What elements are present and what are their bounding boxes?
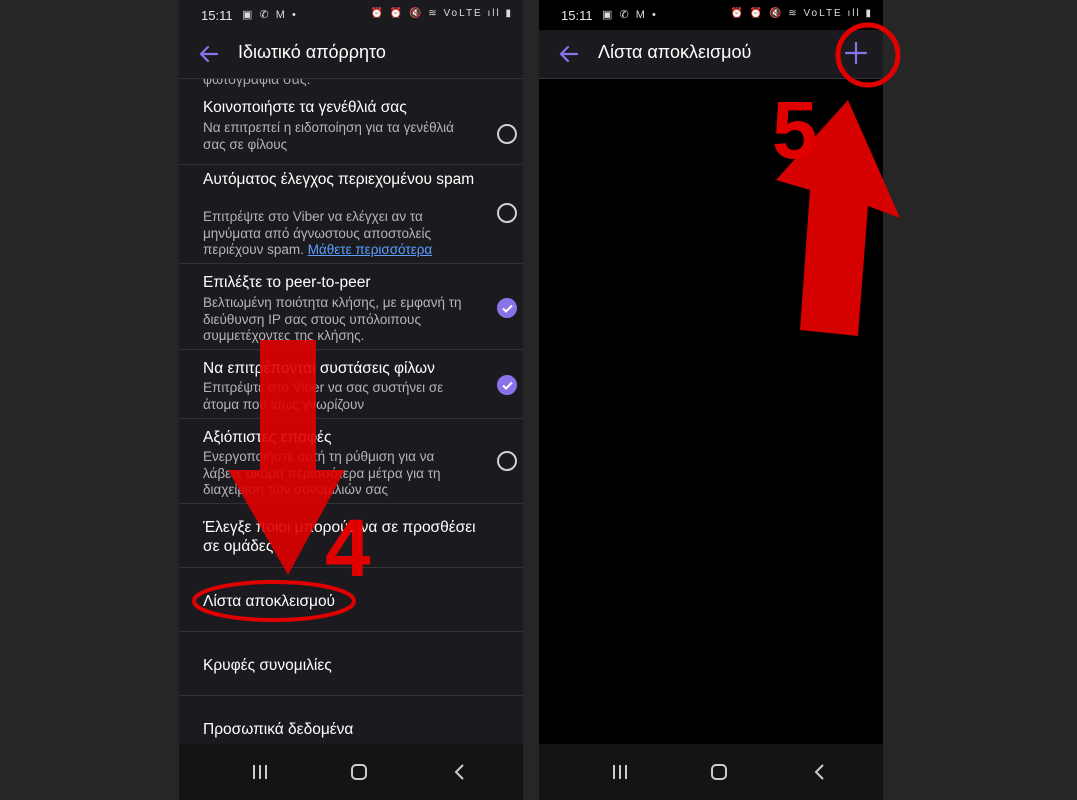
setting-title: Κρυφές συνομιλίες <box>203 657 332 674</box>
setting-description: Βελτιωμένη ποιότητα κλήσης, με εμφανή τη… <box>203 295 462 343</box>
phone-screen-privacy: 15:11 ▣ ✆ M • ⏰ ⏰ 🔇 ≋ VoLTE ıll ▮ Ιδιωτι… <box>179 0 523 800</box>
setting-description: Να επιτρεπεί η ειδοποίηση για τα γενέθλι… <box>203 120 454 152</box>
privacy-settings-list: φωτογραφία σας. Κοινοποιήστε τα γενέθλιά… <box>179 79 523 744</box>
recent-apps-icon[interactable] <box>247 760 273 784</box>
back-nav-icon[interactable] <box>807 760 833 784</box>
system-nav-bar <box>179 744 523 800</box>
back-arrow-icon[interactable] <box>197 42 221 66</box>
back-arrow-icon[interactable] <box>557 42 581 66</box>
status-time: 15:11 <box>561 8 593 23</box>
checkbox-share-birthday[interactable] <box>497 124 517 144</box>
back-nav-icon[interactable] <box>447 760 473 784</box>
recent-apps-icon[interactable] <box>607 760 633 784</box>
setting-share-birthday[interactable]: Κοινοποιήστε τα γενέθλιά σας Να επιτρεπε… <box>179 87 523 165</box>
setting-friend-suggestions[interactable]: Να επιτρέπονται συστάσεις φίλων Επιτρέψτ… <box>179 350 523 419</box>
notification-icons: ▣ ✆ M • <box>242 9 298 21</box>
system-nav-bar <box>539 744 883 800</box>
setting-group-add-control[interactable]: Έλεγξε ποιοι μπορούν να σε προσθέσει σε … <box>179 504 523 568</box>
home-icon[interactable] <box>346 760 372 784</box>
checkbox-spam-check[interactable] <box>497 203 517 223</box>
setting-title: Αξιόπιστες επαφές <box>203 429 332 446</box>
setting-title: Να επιτρέπονται συστάσεις φίλων <box>203 360 435 377</box>
page-title: Λίστα αποκλεισμού <box>598 42 752 62</box>
learn-more-link[interactable]: Μάθετε περισσότερα <box>308 242 433 257</box>
checkbox-peer-to-peer[interactable] <box>497 298 517 318</box>
setting-description: Επιτρέψτε στο Viber να σας συστήνει σε ά… <box>203 380 444 412</box>
status-bar: 15:11 ▣ ✆ M • ⏰ ⏰ 🔇 ≋ VoLTE ıll ▮ <box>539 0 883 30</box>
setting-title: Λίστα αποκλεισμού <box>203 593 336 610</box>
setting-description: Ενεργοποιήστε αυτή τη ρύθμιση για να λάβ… <box>203 449 441 497</box>
setting-block-list[interactable]: Λίστα αποκλεισμού <box>179 568 523 632</box>
phone-screen-block-list: 15:11 ▣ ✆ M • ⏰ ⏰ 🔇 ≋ VoLTE ıll ▮ Λίστα … <box>539 0 883 800</box>
setting-personal-data[interactable]: Προσωπικά δεδομένα <box>179 696 523 744</box>
setting-description: Επιτρέψτε στο Viber να ελέγχει αν τα μην… <box>203 209 433 257</box>
add-icon[interactable] <box>843 40 869 66</box>
system-status-icons: ⏰ ⏰ 🔇 ≋ VoLTE ıll ▮ <box>730 8 873 19</box>
notification-icons: ▣ ✆ M • <box>602 9 658 21</box>
setting-hidden-chats[interactable]: Κρυφές συνομιλίες <box>179 632 523 696</box>
setting-title: Επιλέξτε το peer-to-peer <box>203 274 371 291</box>
app-bar: Λίστα αποκλεισμού <box>539 30 883 79</box>
setting-title: Κοινοποιήστε τα γενέθλιά σας <box>203 99 407 116</box>
page-title: Ιδιωτικό απόρρητο <box>238 42 386 62</box>
checkbox-trusted-contacts[interactable] <box>497 451 517 471</box>
cutoff-text: φωτογραφία σας. <box>203 79 311 87</box>
checkbox-friend-suggestions[interactable] <box>497 375 517 395</box>
status-bar: 15:11 ▣ ✆ M • ⏰ ⏰ 🔇 ≋ VoLTE ıll ▮ <box>179 0 523 30</box>
system-status-icons: ⏰ ⏰ 🔇 ≋ VoLTE ıll ▮ <box>370 8 513 19</box>
setting-title: Προσωπικά δεδομένα <box>203 721 354 738</box>
setting-spam-check[interactable]: Αυτόματος έλεγχος περιεχομένου spam Επιτ… <box>179 165 523 264</box>
app-bar: Ιδιωτικό απόρρητο <box>179 30 523 79</box>
checkmark-icon <box>502 381 513 390</box>
checkmark-icon <box>502 304 513 313</box>
home-icon[interactable] <box>706 760 732 784</box>
setting-trusted-contacts[interactable]: Αξιόπιστες επαφές Ενεργοποιήστε αυτή τη … <box>179 419 523 504</box>
block-list-empty-area <box>539 79 883 744</box>
status-time: 15:11 <box>201 8 233 23</box>
setting-peer-to-peer[interactable]: Επιλέξτε το peer-to-peer Βελτιωμένη ποιό… <box>179 264 523 350</box>
setting-title: Αυτόματος έλεγχος περιεχομένου spam <box>203 171 475 188</box>
setting-title: Έλεγξε ποιοι μπορούν να σε προσθέσει σε … <box>203 519 476 555</box>
